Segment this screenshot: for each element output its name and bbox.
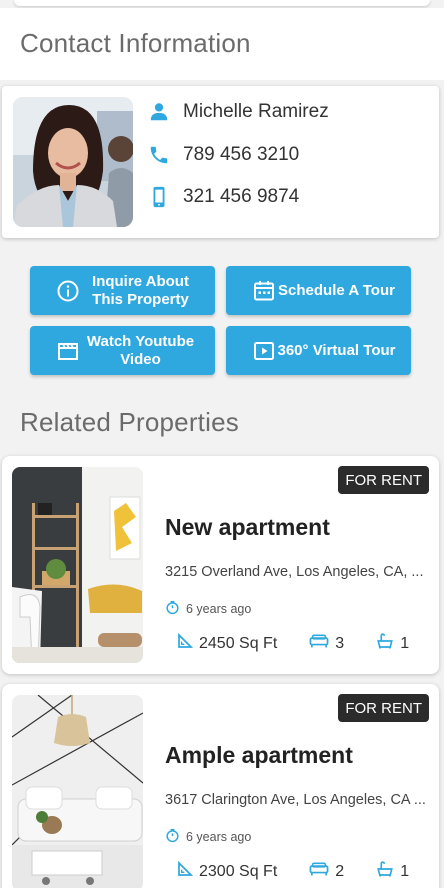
clock-icon <box>165 828 180 846</box>
property-age: 6 years ago <box>165 828 251 846</box>
property-age-text: 6 years ago <box>186 602 252 616</box>
baths-stat: 1 <box>376 860 409 883</box>
clock-icon <box>165 600 180 618</box>
schedule-tour-button[interactable]: Schedule A Tour <box>226 266 411 315</box>
property-age: 6 years ago <box>165 600 251 618</box>
person-icon <box>147 100 171 124</box>
beds-value: 2 <box>335 862 345 880</box>
baths-value: 1 <box>400 634 410 652</box>
agent-name: Michelle Ramirez <box>183 101 329 122</box>
contact-section-title: Contact Information <box>20 28 251 58</box>
schedule-tour-button-label: Schedule A Tour <box>278 281 395 299</box>
area-value: 2300 Sq Ft <box>199 862 278 880</box>
property-photo <box>12 695 143 888</box>
property-title[interactable]: Ample apartment <box>165 742 353 769</box>
property-card[interactable]: FOR RENT New apartment 3215 Overland Ave… <box>2 456 439 674</box>
property-card[interactable]: FOR RENT Ample apartment 3617 Clarington… <box>2 684 439 888</box>
video-icon <box>56 339 80 363</box>
area-value: 2450 Sq Ft <box>199 634 278 652</box>
watch-youtube-button-label: Watch Youtube Video <box>86 332 195 368</box>
bed-icon <box>309 861 329 882</box>
phone-icon <box>147 143 171 167</box>
inquire-button-label: Inquire About This Property <box>92 272 189 308</box>
property-address: 3617 Clarington Ave, Los Angeles, CA ... <box>165 792 426 808</box>
baths-value: 1 <box>400 862 410 880</box>
inquire-button[interactable]: Inquire About This Property <box>30 266 215 315</box>
agent-mobile[interactable]: 321 456 9874 <box>183 186 299 208</box>
baths-stat: 1 <box>376 632 409 655</box>
area-icon <box>177 860 194 882</box>
previous-card-edge <box>14 0 430 6</box>
property-address: 3215 Overland Ave, Los Angeles, CA, ... <box>165 564 424 580</box>
area-stat: 2300 Sq Ft <box>177 860 278 882</box>
beds-value: 3 <box>335 634 345 652</box>
mobile-icon <box>147 185 171 209</box>
agent-phone-row[interactable]: 789 456 3210 <box>147 143 299 167</box>
area-stat: 2450 Sq Ft <box>177 632 278 654</box>
agent-contact-card: Michelle Ramirez 789 456 3210 321 456 98… <box>2 86 439 238</box>
play-icon <box>252 339 276 363</box>
bath-icon <box>376 860 394 883</box>
area-icon <box>177 632 194 654</box>
property-age-text: 6 years ago <box>186 830 252 844</box>
agent-name-row: Michelle Ramirez <box>147 100 329 124</box>
agent-mobile-row[interactable]: 321 456 9874 <box>147 185 299 209</box>
beds-stat: 3 <box>309 633 344 654</box>
property-stats: 2450 Sq Ft 3 1 <box>177 632 409 655</box>
beds-stat: 2 <box>309 861 344 882</box>
bath-icon <box>376 632 394 655</box>
property-stats: 2300 Sq Ft 2 1 <box>177 860 409 883</box>
status-badge: FOR RENT <box>338 466 429 494</box>
agent-avatar <box>13 97 133 227</box>
calendar-icon <box>252 279 276 303</box>
agent-phone[interactable]: 789 456 3210 <box>183 144 299 166</box>
status-badge: FOR RENT <box>338 694 429 722</box>
virtual-tour-button[interactable]: 360° Virtual Tour <box>226 326 411 375</box>
watch-youtube-button[interactable]: Watch Youtube Video <box>30 326 215 375</box>
info-icon <box>56 279 80 303</box>
virtual-tour-button-label: 360° Virtual Tour <box>277 341 396 359</box>
property-title[interactable]: New apartment <box>165 514 330 541</box>
property-photo <box>12 467 143 663</box>
related-section-title: Related Properties <box>20 407 239 437</box>
bed-icon <box>309 633 329 654</box>
